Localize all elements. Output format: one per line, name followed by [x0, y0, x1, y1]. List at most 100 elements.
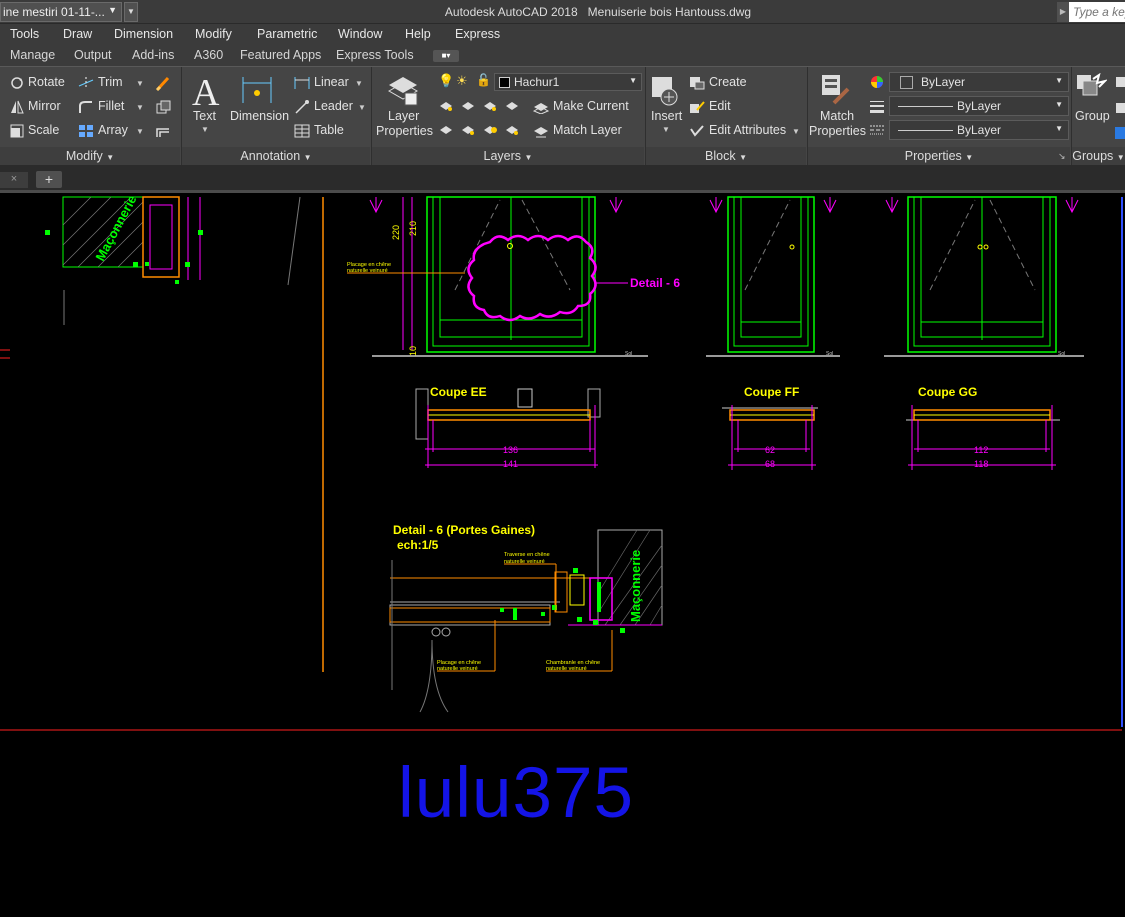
edit-block-button[interactable]: Edit — [689, 99, 731, 114]
sol-label-2: Sol — [826, 351, 833, 357]
menu-dimension[interactable]: Dimension — [114, 27, 173, 41]
watermark-text: lulu375 — [398, 754, 634, 833]
tab-output[interactable]: Output — [74, 48, 112, 62]
menu-express[interactable]: Express — [455, 27, 500, 41]
chevron-down-icon[interactable]: ▼ — [355, 79, 363, 88]
chevron-down-icon[interactable]: ▼ — [662, 125, 670, 134]
dimension-icon[interactable] — [240, 75, 274, 105]
coupe-ff-title: Coupe FF — [744, 385, 799, 399]
linetype-dropdown[interactable]: ByLayer ▼ — [889, 96, 1069, 116]
chevron-down-icon: ▼ — [739, 153, 747, 162]
fillet-label: Fillet — [98, 99, 125, 113]
dimension-210: 210 — [408, 221, 418, 236]
search-expand-icon[interactable]: ▶ — [1057, 2, 1069, 22]
detail-6-portes-gaines: Detail - 6 (Portes Gaines) ech:1/5 Maçon… — [389, 523, 663, 713]
panel-layers-footer[interactable]: Layers ▼ — [372, 147, 644, 166]
layer-dropdown[interactable]: Hachur1 ▼ — [494, 73, 642, 91]
panel-block-footer[interactable]: Block ▼ — [646, 147, 806, 166]
match-properties-icon[interactable] — [820, 73, 852, 107]
insert-block-icon[interactable] — [650, 75, 680, 107]
chevron-down-icon[interactable]: ▼ — [792, 127, 800, 136]
lightbulb-icon[interactable]: 💡 — [438, 73, 454, 89]
panel-groups-footer[interactable]: Groups ▼ — [1072, 147, 1125, 166]
make-current-icon — [533, 102, 549, 114]
chevron-down-icon[interactable]: ▼ — [358, 103, 366, 112]
search-input[interactable] — [1069, 2, 1125, 22]
offset-icon[interactable] — [155, 123, 171, 139]
menu-window[interactable]: Window — [338, 27, 382, 41]
note-traverse-1: Traverse en chêne — [504, 552, 550, 558]
linetype-icon[interactable] — [869, 123, 885, 137]
edit-attributes-icon — [690, 125, 704, 137]
layer-properties-icon[interactable] — [387, 73, 419, 107]
match-layer-button[interactable]: Match Layer — [533, 123, 622, 138]
layer-properties-label-2[interactable]: Properties — [376, 124, 433, 138]
chevron-down-icon[interactable]: ▼ — [136, 79, 144, 88]
menu-tools[interactable]: Tools — [10, 27, 39, 41]
close-icon[interactable]: × — [0, 172, 28, 188]
coupe-ee-title: Coupe EE — [430, 385, 487, 399]
tab-add-ins[interactable]: Add-ins — [132, 48, 174, 62]
menu-draw[interactable]: Draw — [63, 27, 92, 41]
group-tool-icons[interactable] — [1113, 75, 1125, 145]
panel-annotation-footer[interactable]: Annotation ▼ — [182, 147, 370, 166]
dim-112: 112 — [974, 445, 988, 455]
menu-modify[interactable]: Modify — [195, 27, 232, 41]
fillet-button[interactable]: Fillet — [78, 99, 124, 114]
trim-button[interactable]: Trim — [78, 75, 123, 90]
lineweight-icon[interactable] — [869, 99, 885, 113]
layer-properties-label-1[interactable]: Layer — [388, 109, 419, 123]
layer-tool-icons-row-1[interactable] — [438, 99, 528, 113]
linear-button[interactable]: Linear — [294, 75, 349, 90]
lineweight-dropdown[interactable]: ByLayer ▼ — [889, 120, 1069, 140]
array-button[interactable]: Array — [78, 123, 128, 138]
chevron-down-icon[interactable]: ▼ — [136, 127, 144, 136]
text-button-label[interactable]: Text — [193, 109, 216, 123]
panel-groups-label: Groups — [1072, 149, 1114, 163]
chevron-down-icon: ▼ — [1055, 100, 1063, 109]
panel-modify-footer[interactable]: Modify ▼ — [0, 147, 180, 166]
file-tab-bar: × + — [0, 165, 1125, 193]
panel-layers-label: Layers — [483, 149, 522, 163]
match-properties-label-1[interactable]: Match — [820, 109, 854, 123]
dimension-button-label[interactable]: Dimension — [230, 109, 289, 123]
tab-featured-apps[interactable]: Featured Apps — [240, 48, 321, 62]
menu-help[interactable]: Help — [405, 27, 431, 41]
edit-label: Edit — [709, 99, 731, 113]
match-layer-label: Match Layer — [553, 123, 622, 137]
chevron-down-icon[interactable]: ▼ — [201, 125, 209, 134]
group-icon[interactable] — [1075, 73, 1107, 107]
ribbon-minimize-icon[interactable]: ■▾ — [433, 50, 459, 62]
color-wheel-icon[interactable] — [869, 74, 885, 90]
leader-button[interactable]: Leader — [294, 99, 353, 114]
trim-icon — [78, 76, 94, 89]
create-block-button[interactable]: Create — [689, 75, 747, 90]
insert-label[interactable]: Insert — [651, 109, 682, 123]
match-properties-label-2[interactable]: Properties — [809, 124, 866, 138]
revision-cloud — [467, 234, 597, 322]
layer-tool-icons-row-2[interactable] — [438, 123, 528, 137]
panel-launcher-icon[interactable]: ↘ — [1058, 151, 1066, 162]
table-button[interactable]: Table — [294, 123, 344, 138]
group-label[interactable]: Group — [1075, 109, 1110, 123]
new-tab-button[interactable]: + — [36, 171, 62, 188]
make-current-button[interactable]: Make Current — [533, 99, 629, 114]
chevron-down-icon[interactable]: ▼ — [136, 103, 144, 112]
erase-icon[interactable] — [155, 75, 171, 91]
tab-manage[interactable]: Manage — [10, 48, 55, 62]
copy-icon[interactable] — [155, 99, 171, 115]
mirror-icon — [11, 100, 24, 114]
tab-a360[interactable]: A360 — [194, 48, 223, 62]
edit-block-icon — [690, 101, 705, 113]
color-dropdown[interactable]: ByLayer ▼ — [889, 72, 1069, 92]
edit-attributes-button[interactable]: Edit Attributes — [689, 123, 786, 138]
sun-icon[interactable]: ☀ — [456, 73, 468, 89]
lock-icon[interactable]: 🔓 — [476, 73, 491, 87]
drawing-canvas[interactable]: Maçonnerie Detail - 6 220 210 10 Placage… — [0, 193, 1125, 914]
mirror-button[interactable]: Mirror — [10, 99, 61, 114]
menu-parametric[interactable]: Parametric — [257, 27, 317, 41]
rotate-button[interactable]: Rotate — [10, 75, 65, 90]
scale-button[interactable]: Scale — [10, 123, 59, 138]
tab-express-tools[interactable]: Express Tools — [336, 48, 414, 62]
panel-properties-footer[interactable]: Properties ▼ — [808, 147, 1070, 166]
